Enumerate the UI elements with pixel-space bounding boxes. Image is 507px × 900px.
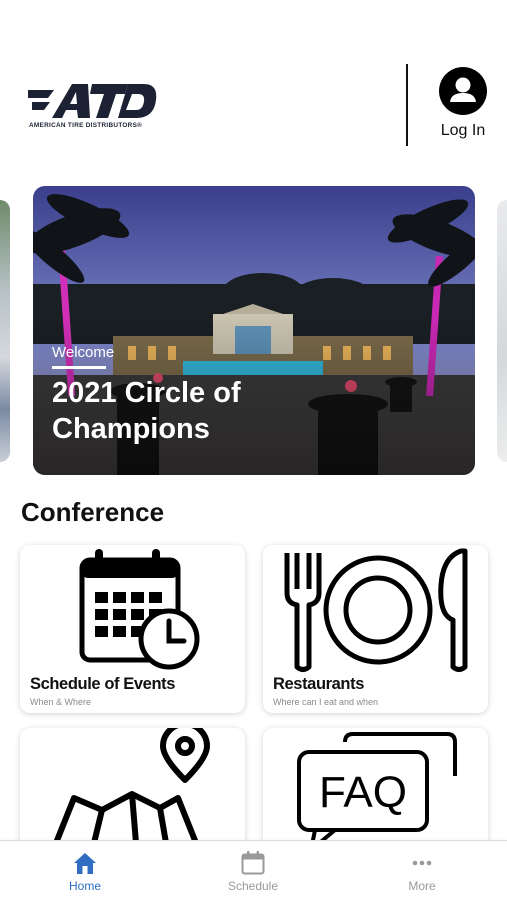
card-map[interactable] <box>20 728 245 858</box>
card-schedule-of-events[interactable]: Schedule of Events When & Where <box>20 545 245 713</box>
tab-home[interactable]: Home <box>25 841 145 900</box>
tab-label: Home <box>68 879 101 893</box>
calendar-clock-icon <box>79 549 200 670</box>
fork-plate-knife-icon <box>284 548 468 672</box>
card-subtitle: When & Where <box>30 697 92 707</box>
atd-logo-mark <box>28 84 157 118</box>
logo-subtitle: AMERICAN TIRE DISTRIBUTORS® <box>29 122 143 129</box>
card-faq[interactable]: FAQ <box>263 728 488 858</box>
bottom-tab-bar: Home Schedule More <box>0 840 507 900</box>
hero-eyebrow: Welcome <box>52 344 115 361</box>
card-restaurants[interactable]: Restaurants Where can I eat and when <box>263 545 488 713</box>
app-header: AMERICAN TIRE DISTRIBUTORS® Log In <box>0 0 507 170</box>
tab-label: Schedule <box>227 879 279 893</box>
tab-label: More <box>408 879 436 893</box>
faq-bubbles-icon: FAQ <box>297 732 457 852</box>
carousel-next-slide[interactable] <box>497 200 507 462</box>
user-avatar-icon <box>439 67 487 115</box>
atd-logo: AMERICAN TIRE DISTRIBUTORS® <box>28 80 160 136</box>
login-button[interactable]: Log In <box>428 66 498 146</box>
card-subtitle: Where can I eat and when <box>273 697 379 707</box>
login-label: Log In <box>440 122 486 139</box>
card-title: Schedule of Events <box>30 675 176 693</box>
hero-text: Welcome 2021 Circle of Champions <box>52 344 372 447</box>
map-pin-icon <box>53 728 210 845</box>
carousel-prev-slide[interactable] <box>0 200 10 462</box>
card-title: Restaurants <box>273 675 364 693</box>
tab-schedule[interactable]: Schedule <box>193 841 313 900</box>
hero-underline <box>52 366 106 369</box>
calendar-icon <box>241 851 265 875</box>
header-divider <box>406 64 408 146</box>
home-icon <box>74 853 96 874</box>
svg-text:FAQ: FAQ <box>319 768 407 817</box>
more-dots-icon <box>412 860 432 866</box>
tab-more[interactable]: More <box>362 841 482 900</box>
hero-banner[interactable]: Welcome 2021 Circle of Champions <box>33 186 475 475</box>
section-title-conference: Conference <box>21 497 165 527</box>
hero-title: 2021 Circle of Champions <box>52 377 241 445</box>
